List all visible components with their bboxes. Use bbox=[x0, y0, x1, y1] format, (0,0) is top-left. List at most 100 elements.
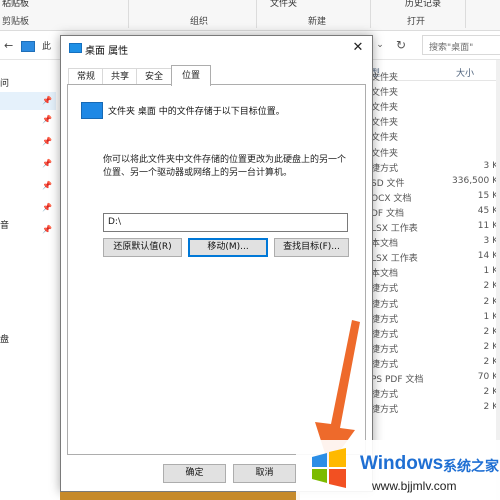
file-row[interactable]: 文件夹 bbox=[368, 129, 500, 144]
pin-icon: 📌 bbox=[42, 181, 52, 190]
file-row[interactable]: 捷方式 2 K bbox=[368, 401, 500, 416]
windows-logo-icon bbox=[312, 448, 346, 488]
file-row[interactable]: PS PDF 文档 70 K bbox=[368, 371, 500, 386]
pin-icon: 📌 bbox=[42, 115, 52, 124]
file-type: LSX 工作表 bbox=[371, 254, 418, 265]
file-size: 14 K bbox=[477, 251, 498, 262]
watermark: Windows 系统之家 www.bjjmlv.com bbox=[296, 440, 500, 500]
location-description: 文件夹 桌面 中的文件存储于以下目标位置。 bbox=[108, 107, 285, 117]
file-type: 捷方式 bbox=[371, 344, 399, 355]
file-row[interactable]: 捷方式 1 K bbox=[368, 311, 500, 326]
close-button[interactable]: ✕ bbox=[346, 38, 370, 58]
file-row[interactable]: 文件夹 bbox=[368, 114, 500, 129]
file-type: 文件夹 bbox=[371, 73, 399, 83]
search-input[interactable]: 搜索"桌面" bbox=[422, 35, 500, 55]
watermark-url: www.bjjmlv.com bbox=[372, 479, 457, 493]
watermark-brand: Windows bbox=[360, 453, 444, 474]
tab-sharing[interactable]: 共享 bbox=[102, 68, 138, 85]
ribbon-separator bbox=[465, 0, 466, 28]
pin-icon: 📌 bbox=[42, 96, 52, 105]
file-row[interactable]: 文件夹 bbox=[368, 145, 500, 160]
file-size: 15 K bbox=[477, 190, 498, 201]
ok-button[interactable]: 确定 bbox=[163, 464, 226, 483]
file-type: 捷方式 bbox=[371, 390, 399, 401]
vertical-scrollbar[interactable] bbox=[496, 60, 500, 500]
file-type: DF 文档 bbox=[371, 208, 404, 219]
file-row[interactable]: LSX 工作表 11 K bbox=[368, 220, 500, 235]
ribbon-top-text: 文件夹 bbox=[270, 0, 298, 9]
find-target-button[interactable]: 查找目标(F)... bbox=[274, 238, 349, 257]
ribbon-group-new: 新建 bbox=[308, 17, 327, 27]
file-type: 捷方式 bbox=[371, 314, 399, 325]
file-row[interactable]: 捷方式 2 K bbox=[368, 296, 500, 311]
ribbon-group-open: 打开 bbox=[407, 17, 426, 27]
location-path-value: D:\ bbox=[108, 217, 121, 227]
file-type: 本文档 bbox=[371, 269, 399, 280]
ribbon-separator bbox=[128, 0, 129, 28]
refresh-button[interactable]: ↻ bbox=[393, 35, 409, 55]
this-pc-icon bbox=[21, 41, 35, 52]
tab-general[interactable]: 常规 bbox=[68, 68, 104, 85]
file-row[interactable]: 本文档 3 K bbox=[368, 235, 500, 250]
location-path-input[interactable]: D:\ bbox=[103, 213, 348, 232]
file-row[interactable]: OCX 文档 15 K bbox=[368, 190, 500, 205]
nav-item-label[interactable]: 音 bbox=[0, 218, 9, 231]
tab-location[interactable]: 位置 bbox=[171, 65, 211, 86]
file-row[interactable]: 本文档 1 K bbox=[368, 265, 500, 280]
address-path-text[interactable]: 此 bbox=[42, 39, 51, 52]
file-size: 11 K bbox=[477, 221, 498, 231]
file-row[interactable]: 捷方式 3 K bbox=[368, 160, 500, 175]
file-type: 捷方式 bbox=[371, 405, 399, 416]
search-placeholder: 搜索"桌面" bbox=[429, 43, 474, 53]
desktop-folder-icon bbox=[81, 102, 103, 119]
file-type: 本文档 bbox=[371, 239, 399, 250]
file-row[interactable]: LSX 工作表 14 K bbox=[368, 250, 500, 265]
pin-icon: 📌 bbox=[42, 203, 52, 212]
cancel-button[interactable]: 取消 bbox=[233, 464, 296, 483]
location-info-line-2: 位置、另一个驱动器或网络上的另一台计算机。 bbox=[103, 168, 293, 178]
ribbon-top-text: 粘贴板 bbox=[2, 0, 30, 9]
file-list: 型 大小 文件夹 文件夹 文件夹 文件夹 文件夹 文件夹 捷方式 3 K SD 文件 336,50… bbox=[368, 60, 500, 500]
pin-icon: 📌 bbox=[42, 137, 52, 146]
address-dropdown-button[interactable]: ⌄ bbox=[373, 35, 387, 55]
file-row[interactable]: 文件夹 bbox=[368, 84, 500, 99]
explorer-ribbon: 粘贴板 文件夹 历史记录 剪贴板 组织 新建 打开 bbox=[0, 0, 500, 31]
file-row[interactable]: 捷方式 2 K bbox=[368, 341, 500, 356]
file-row[interactable]: SD 文件 336,500 K bbox=[368, 175, 500, 190]
file-row[interactable]: DF 文档 45 K bbox=[368, 205, 500, 220]
nav-item-label[interactable]: 问 bbox=[0, 76, 9, 89]
file-type: 文件夹 bbox=[371, 103, 399, 114]
location-info-line-1: 你可以将此文件夹中文件存储的位置更改为此硬盘上的另一个 bbox=[103, 155, 347, 165]
file-row[interactable]: 捷方式 2 K bbox=[368, 386, 500, 401]
dialog-title-bar[interactable]: 桌面 属性 ✕ bbox=[61, 36, 372, 61]
back-arrow-icon[interactable]: ← bbox=[4, 39, 13, 52]
file-row[interactable]: 捷方式 2 K bbox=[368, 326, 500, 341]
file-row[interactable]: 捷方式 2 K bbox=[368, 356, 500, 371]
ribbon-group-organize: 组织 bbox=[190, 17, 209, 27]
file-row[interactable]: 文件夹 bbox=[368, 69, 500, 84]
file-type: SD 文件 bbox=[371, 178, 405, 189]
nav-item-label[interactable]: 盘 bbox=[0, 332, 9, 345]
file-size: 336,500 K bbox=[452, 175, 498, 186]
folder-icon bbox=[69, 43, 82, 53]
ribbon-top-text[interactable]: 历史记录 bbox=[405, 0, 441, 9]
move-button[interactable]: 移动(M)... bbox=[188, 238, 268, 257]
file-row[interactable]: 捷方式 2 K bbox=[368, 280, 500, 295]
file-type: 文件夹 bbox=[371, 88, 399, 99]
pin-icon: 📌 bbox=[42, 159, 52, 168]
file-row[interactable]: 文件夹 bbox=[368, 99, 500, 114]
address-path[interactable]: ← 此 bbox=[0, 35, 60, 55]
restore-default-button[interactable]: 还原默认值(R) bbox=[103, 238, 182, 257]
pin-icon: 📌 bbox=[42, 225, 52, 234]
tab-security[interactable]: 安全 bbox=[136, 68, 172, 85]
ribbon-separator bbox=[370, 0, 371, 28]
file-type: 文件夹 bbox=[371, 118, 399, 129]
file-type: 捷方式 bbox=[371, 299, 399, 310]
file-type: 文件夹 bbox=[371, 133, 399, 144]
file-type: 文件夹 bbox=[371, 148, 399, 159]
dialog-title: 桌面 属性 bbox=[85, 46, 129, 57]
file-type: LSX 工作表 bbox=[371, 224, 418, 234]
file-type: OCX 文档 bbox=[371, 193, 412, 204]
file-type: 捷方式 bbox=[371, 359, 399, 370]
watermark-brand-cn: 系统之家 bbox=[443, 459, 499, 475]
